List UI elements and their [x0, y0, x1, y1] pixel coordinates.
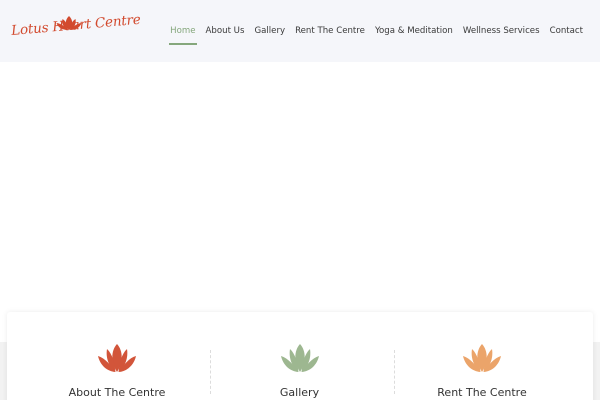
- nav-item-yoga-meditation[interactable]: Yoga & Meditation: [370, 0, 458, 62]
- card-about-the-centre[interactable]: About The Centre: [27, 312, 207, 400]
- card-title: About The Centre: [68, 386, 166, 399]
- card-rent-the-centre[interactable]: Rent The Centre: [392, 312, 572, 400]
- card-title: Rent The Centre: [437, 386, 527, 399]
- nav-item-about-us[interactable]: About Us: [201, 0, 250, 62]
- card-gallery[interactable]: Gallery: [212, 312, 387, 400]
- card-divider: [210, 350, 211, 394]
- nav-item-rent-the-centre[interactable]: Rent The Centre: [290, 0, 370, 62]
- main-nav: Home About Us Gallery Rent The Centre Yo…: [165, 0, 588, 62]
- site-logo[interactable]: Lotus Heart Centre: [11, 12, 142, 49]
- nav-item-home[interactable]: Home: [165, 0, 200, 62]
- lotus-icon: [280, 344, 319, 372]
- lotus-icon: [463, 344, 501, 372]
- feature-cards: About The Centre Gallery Rent The Centre: [7, 312, 593, 400]
- hero-banner: [0, 62, 600, 342]
- nav-item-contact[interactable]: Contact: [545, 0, 588, 62]
- nav-item-wellness-services[interactable]: Wellness Services: [458, 0, 545, 62]
- site-header: Lotus Heart Centre Home About Us Gallery…: [0, 0, 600, 62]
- lotus-icon: [98, 344, 136, 372]
- card-title: Gallery: [279, 386, 320, 399]
- nav-item-gallery[interactable]: Gallery: [249, 0, 290, 62]
